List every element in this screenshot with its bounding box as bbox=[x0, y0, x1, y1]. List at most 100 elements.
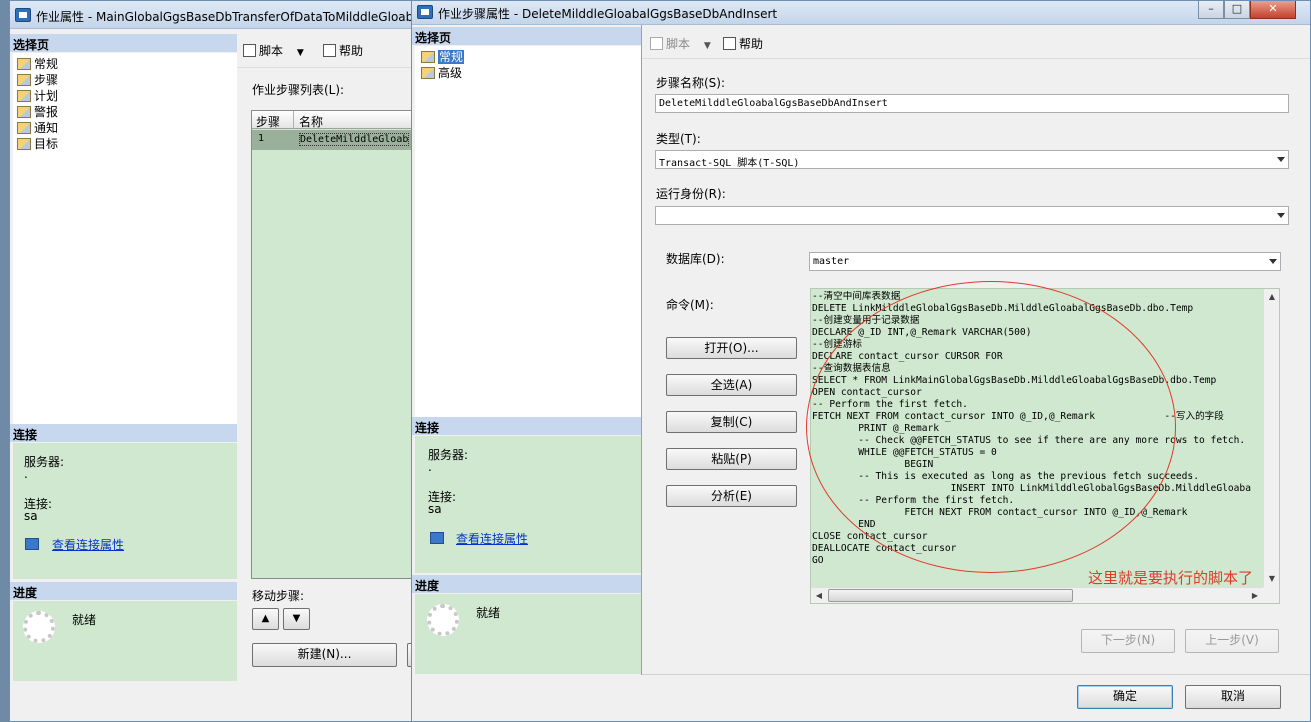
open-button[interactable]: 打开(O)... bbox=[666, 337, 797, 359]
step-list-grid[interactable]: 步骤 名称 1 DeleteMilddleGloab bbox=[251, 110, 421, 579]
help-button[interactable]: 帮助 bbox=[323, 42, 363, 59]
nav-item-notifications[interactable]: 通知 bbox=[17, 119, 58, 135]
select-page-header: 选择页 bbox=[412, 27, 641, 45]
connection-value: sa bbox=[24, 509, 38, 523]
nav-item-targets[interactable]: 目标 bbox=[17, 135, 58, 151]
maximize-icon: □ bbox=[1231, 2, 1243, 15]
chevron-down-icon bbox=[1269, 259, 1277, 264]
connection-pane: 服务器: . 连接: sa 查看连接属性 bbox=[13, 443, 237, 579]
nav-item-alerts[interactable]: 警报 bbox=[17, 103, 58, 119]
scroll-up-icon[interactable]: ▲ bbox=[1264, 289, 1280, 305]
page-icon bbox=[17, 122, 31, 134]
run-as-select[interactable] bbox=[655, 206, 1289, 225]
step-name-label: 步骤名称(S): bbox=[656, 76, 726, 90]
parse-button[interactable]: 分析(E) bbox=[666, 485, 797, 507]
close-icon: ✕ bbox=[1268, 2, 1278, 15]
page-icon bbox=[17, 58, 31, 70]
job-properties-titlebar[interactable]: 作业属性 - MainGlobalGgsBaseDbTransferOfData… bbox=[10, 1, 418, 29]
next-step-button[interactable]: 下一步(N) bbox=[1081, 629, 1175, 653]
scroll-down-icon[interactable]: ▼ bbox=[1264, 571, 1280, 587]
connection-value: sa bbox=[428, 502, 442, 516]
view-connection-properties-link[interactable]: 查看连接属性 bbox=[456, 530, 528, 547]
server-label: 服务器: bbox=[428, 448, 469, 462]
close-button[interactable]: ✕ bbox=[1250, 1, 1296, 19]
toolbar: 脚本 ▼ 帮助 bbox=[238, 34, 420, 68]
column-header-step[interactable]: 步骤 bbox=[256, 113, 280, 130]
minimize-button[interactable]: – bbox=[1198, 1, 1224, 19]
dropdown-arrow-icon[interactable]: ▼ bbox=[704, 41, 711, 51]
database-label: 数据库(D): bbox=[666, 252, 725, 266]
connection-header: 连接 bbox=[412, 417, 641, 435]
type-select-value: Transact-SQL 脚本(T-SQL) bbox=[659, 158, 800, 169]
server-value: . bbox=[428, 460, 432, 474]
scroll-right-icon[interactable]: ▶ bbox=[1247, 588, 1263, 604]
copy-button[interactable]: 复制(C) bbox=[666, 411, 797, 433]
nav-item-advanced[interactable]: 高级 bbox=[421, 64, 462, 80]
progress-pane: 就绪 bbox=[13, 601, 237, 681]
page-icon bbox=[17, 90, 31, 102]
script-button[interactable]: 脚本 ▼ bbox=[243, 42, 304, 59]
nav-item-schedule[interactable]: 计划 bbox=[17, 87, 58, 103]
database-select[interactable]: master bbox=[809, 252, 1281, 271]
script-icon bbox=[650, 37, 663, 50]
job-step-properties-titlebar[interactable]: 作业步骤属性 - DeleteMilddleGloabalGgsBaseDbAn… bbox=[412, 1, 1310, 25]
progress-spinner-icon bbox=[427, 604, 459, 636]
table-row[interactable]: 1 DeleteMilddleGloab bbox=[252, 130, 421, 150]
server-label: 服务器: bbox=[24, 455, 65, 469]
left-column-divider bbox=[641, 25, 642, 675]
page-icon bbox=[17, 138, 31, 150]
move-up-button[interactable]: ▲ bbox=[252, 608, 279, 630]
cancel-button[interactable]: 取消 bbox=[1185, 685, 1281, 709]
paste-button[interactable]: 粘贴(P) bbox=[666, 448, 797, 470]
script-button[interactable]: 脚本 ▼ bbox=[650, 35, 711, 52]
row-step-number: 1 bbox=[258, 133, 265, 144]
select-page-header: 选择页 bbox=[10, 34, 237, 52]
progress-header: 进度 bbox=[10, 582, 237, 600]
minimize-icon: – bbox=[1208, 2, 1214, 15]
connection-properties-icon bbox=[25, 538, 39, 550]
step-list-label: 作业步骤列表(L): bbox=[252, 83, 345, 97]
progress-status: 就绪 bbox=[72, 613, 97, 627]
scroll-thumb[interactable] bbox=[828, 589, 1073, 602]
column-divider bbox=[293, 111, 294, 129]
nav-item-general[interactable]: 常规 bbox=[17, 55, 58, 71]
prev-step-button[interactable]: 上一步(V) bbox=[1185, 629, 1279, 653]
connection-pane: 服务器: . 连接: sa 查看连接属性 bbox=[415, 436, 641, 573]
app-icon bbox=[417, 5, 433, 19]
progress-spinner-icon bbox=[23, 611, 55, 643]
type-select[interactable]: Transact-SQL 脚本(T-SQL) bbox=[655, 150, 1289, 169]
nav-item-steps[interactable]: 步骤 bbox=[17, 71, 58, 87]
help-icon bbox=[323, 44, 336, 57]
run-as-label: 运行身份(R): bbox=[656, 187, 726, 201]
step-name-input[interactable]: DeleteMilddleGloabalGgsBaseDbAndInsert bbox=[655, 94, 1289, 113]
ok-button[interactable]: 确定 bbox=[1077, 685, 1173, 709]
progress-pane: 就绪 bbox=[415, 594, 641, 674]
type-label: 类型(T): bbox=[656, 132, 701, 146]
help-icon bbox=[723, 37, 736, 50]
window-title: 作业步骤属性 - DeleteMilddleGloabalGgsBaseDbAn… bbox=[438, 7, 778, 21]
app-icon bbox=[15, 8, 31, 22]
move-down-button[interactable]: ▼ bbox=[283, 608, 310, 630]
annotation-text: 这里就是要执行的脚本了 bbox=[1088, 569, 1254, 587]
scroll-left-icon[interactable]: ◀ bbox=[811, 588, 827, 604]
row-step-name: DeleteMilddleGloab bbox=[299, 133, 410, 146]
scrollbar-corner bbox=[1263, 587, 1279, 603]
command-vertical-scrollbar[interactable]: ▲ ▼ bbox=[1263, 289, 1279, 587]
page-icon bbox=[17, 74, 31, 86]
script-icon bbox=[243, 44, 256, 57]
command-horizontal-scrollbar[interactable]: ◀ ▶ bbox=[811, 587, 1263, 603]
maximize-button[interactable]: □ bbox=[1224, 1, 1250, 19]
new-step-button[interactable]: 新建(N)... bbox=[252, 643, 397, 667]
column-header-name[interactable]: 名称 bbox=[299, 113, 323, 130]
bottom-divider bbox=[642, 674, 1310, 675]
annotation-circle bbox=[806, 281, 1176, 573]
command-label: 命令(M): bbox=[666, 298, 714, 312]
nav-item-general[interactable]: 常规 bbox=[421, 48, 465, 64]
dropdown-arrow-icon[interactable]: ▼ bbox=[297, 48, 304, 58]
window-title: 作业属性 - MainGlobalGgsBaseDbTransferOfData… bbox=[36, 10, 414, 24]
progress-header: 进度 bbox=[412, 575, 641, 593]
select-all-button[interactable]: 全选(A) bbox=[666, 374, 797, 396]
move-step-label: 移动步骤: bbox=[252, 589, 305, 603]
view-connection-properties-link[interactable]: 查看连接属性 bbox=[52, 536, 124, 553]
help-button[interactable]: 帮助 bbox=[723, 35, 763, 52]
